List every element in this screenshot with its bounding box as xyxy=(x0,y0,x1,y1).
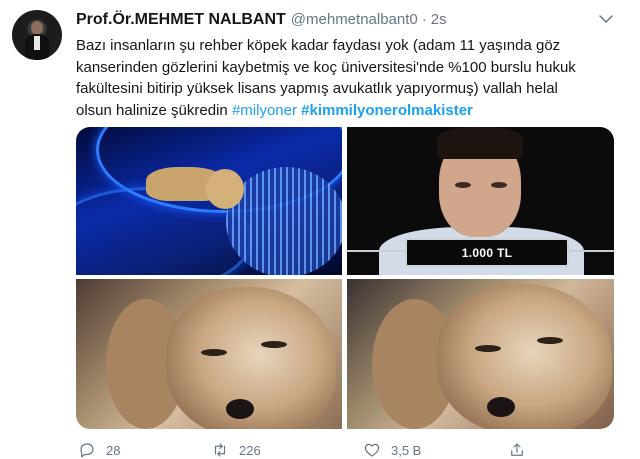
tweet-header: Prof.Ör.MEHMET NALBANT @mehmetnalbant0 ·… xyxy=(76,11,447,33)
guide-dog xyxy=(206,169,244,209)
author-name[interactable]: Prof.Ör.MEHMET NALBANT xyxy=(76,11,286,29)
author-handle[interactable]: @mehmetnalbant0 xyxy=(291,11,418,28)
contestant-eye xyxy=(455,182,471,188)
like-count: 3,5 B xyxy=(391,442,422,458)
dog-nose xyxy=(487,397,515,417)
money-label: 1.000 TL xyxy=(405,238,569,267)
reply-button[interactable]: 28 xyxy=(78,441,120,459)
dog-eye xyxy=(537,337,563,344)
avatar-shirt xyxy=(34,36,40,50)
retweet-count: 226 xyxy=(239,442,261,458)
retweet-icon xyxy=(214,443,226,457)
tweet-text-line: Bazı insanların şu rehber köpek kadar fa… xyxy=(76,37,561,54)
contestant-eye xyxy=(491,182,507,188)
tweet-text-line: fakültesini bitirip yüksek lisans yapmış… xyxy=(76,80,558,97)
dog-nose xyxy=(226,399,254,419)
media-grid: 1.000 TL xyxy=(76,127,614,429)
retweet-button[interactable]: 226 xyxy=(211,441,261,459)
heart-icon xyxy=(364,443,380,457)
media-image-dog-closeup[interactable] xyxy=(76,279,342,429)
chevron-down-icon[interactable] xyxy=(597,10,615,28)
hashtag-link[interactable]: #kimmilyonerolmakister xyxy=(301,102,473,119)
media-image-dog-closeup[interactable] xyxy=(347,279,614,429)
reply-count: 28 xyxy=(106,442,121,458)
tweet-text: Bazı insanların şu rehber köpek kadar fa… xyxy=(76,35,621,121)
share-button[interactable] xyxy=(508,441,536,459)
reply-icon xyxy=(80,443,94,458)
dog-eye xyxy=(201,349,227,356)
header-separator: · xyxy=(421,11,427,28)
like-button[interactable]: 3,5 B xyxy=(363,441,421,459)
hashtag-link[interactable]: #milyoner xyxy=(232,102,297,119)
dog-eye xyxy=(261,341,287,348)
media-image-stage[interactable] xyxy=(76,127,342,275)
contestant-hair xyxy=(437,127,523,159)
dog-eye xyxy=(475,345,501,352)
dog-head xyxy=(437,284,612,429)
tweet-text-line: kanserinden gözlerini kaybetmiş ve koç ü… xyxy=(76,58,576,76)
tweet-text-line-content: olsun halinize şükredin xyxy=(76,101,232,119)
tweet-time[interactable]: 2s xyxy=(431,11,447,28)
avatar-head xyxy=(31,21,43,35)
media-image-contestant[interactable]: 1.000 TL xyxy=(347,127,614,275)
share-icon xyxy=(511,443,523,456)
tweet-text-line: olsun halinize şükredin #milyoner #kimmi… xyxy=(76,100,621,122)
avatar[interactable] xyxy=(12,10,62,60)
